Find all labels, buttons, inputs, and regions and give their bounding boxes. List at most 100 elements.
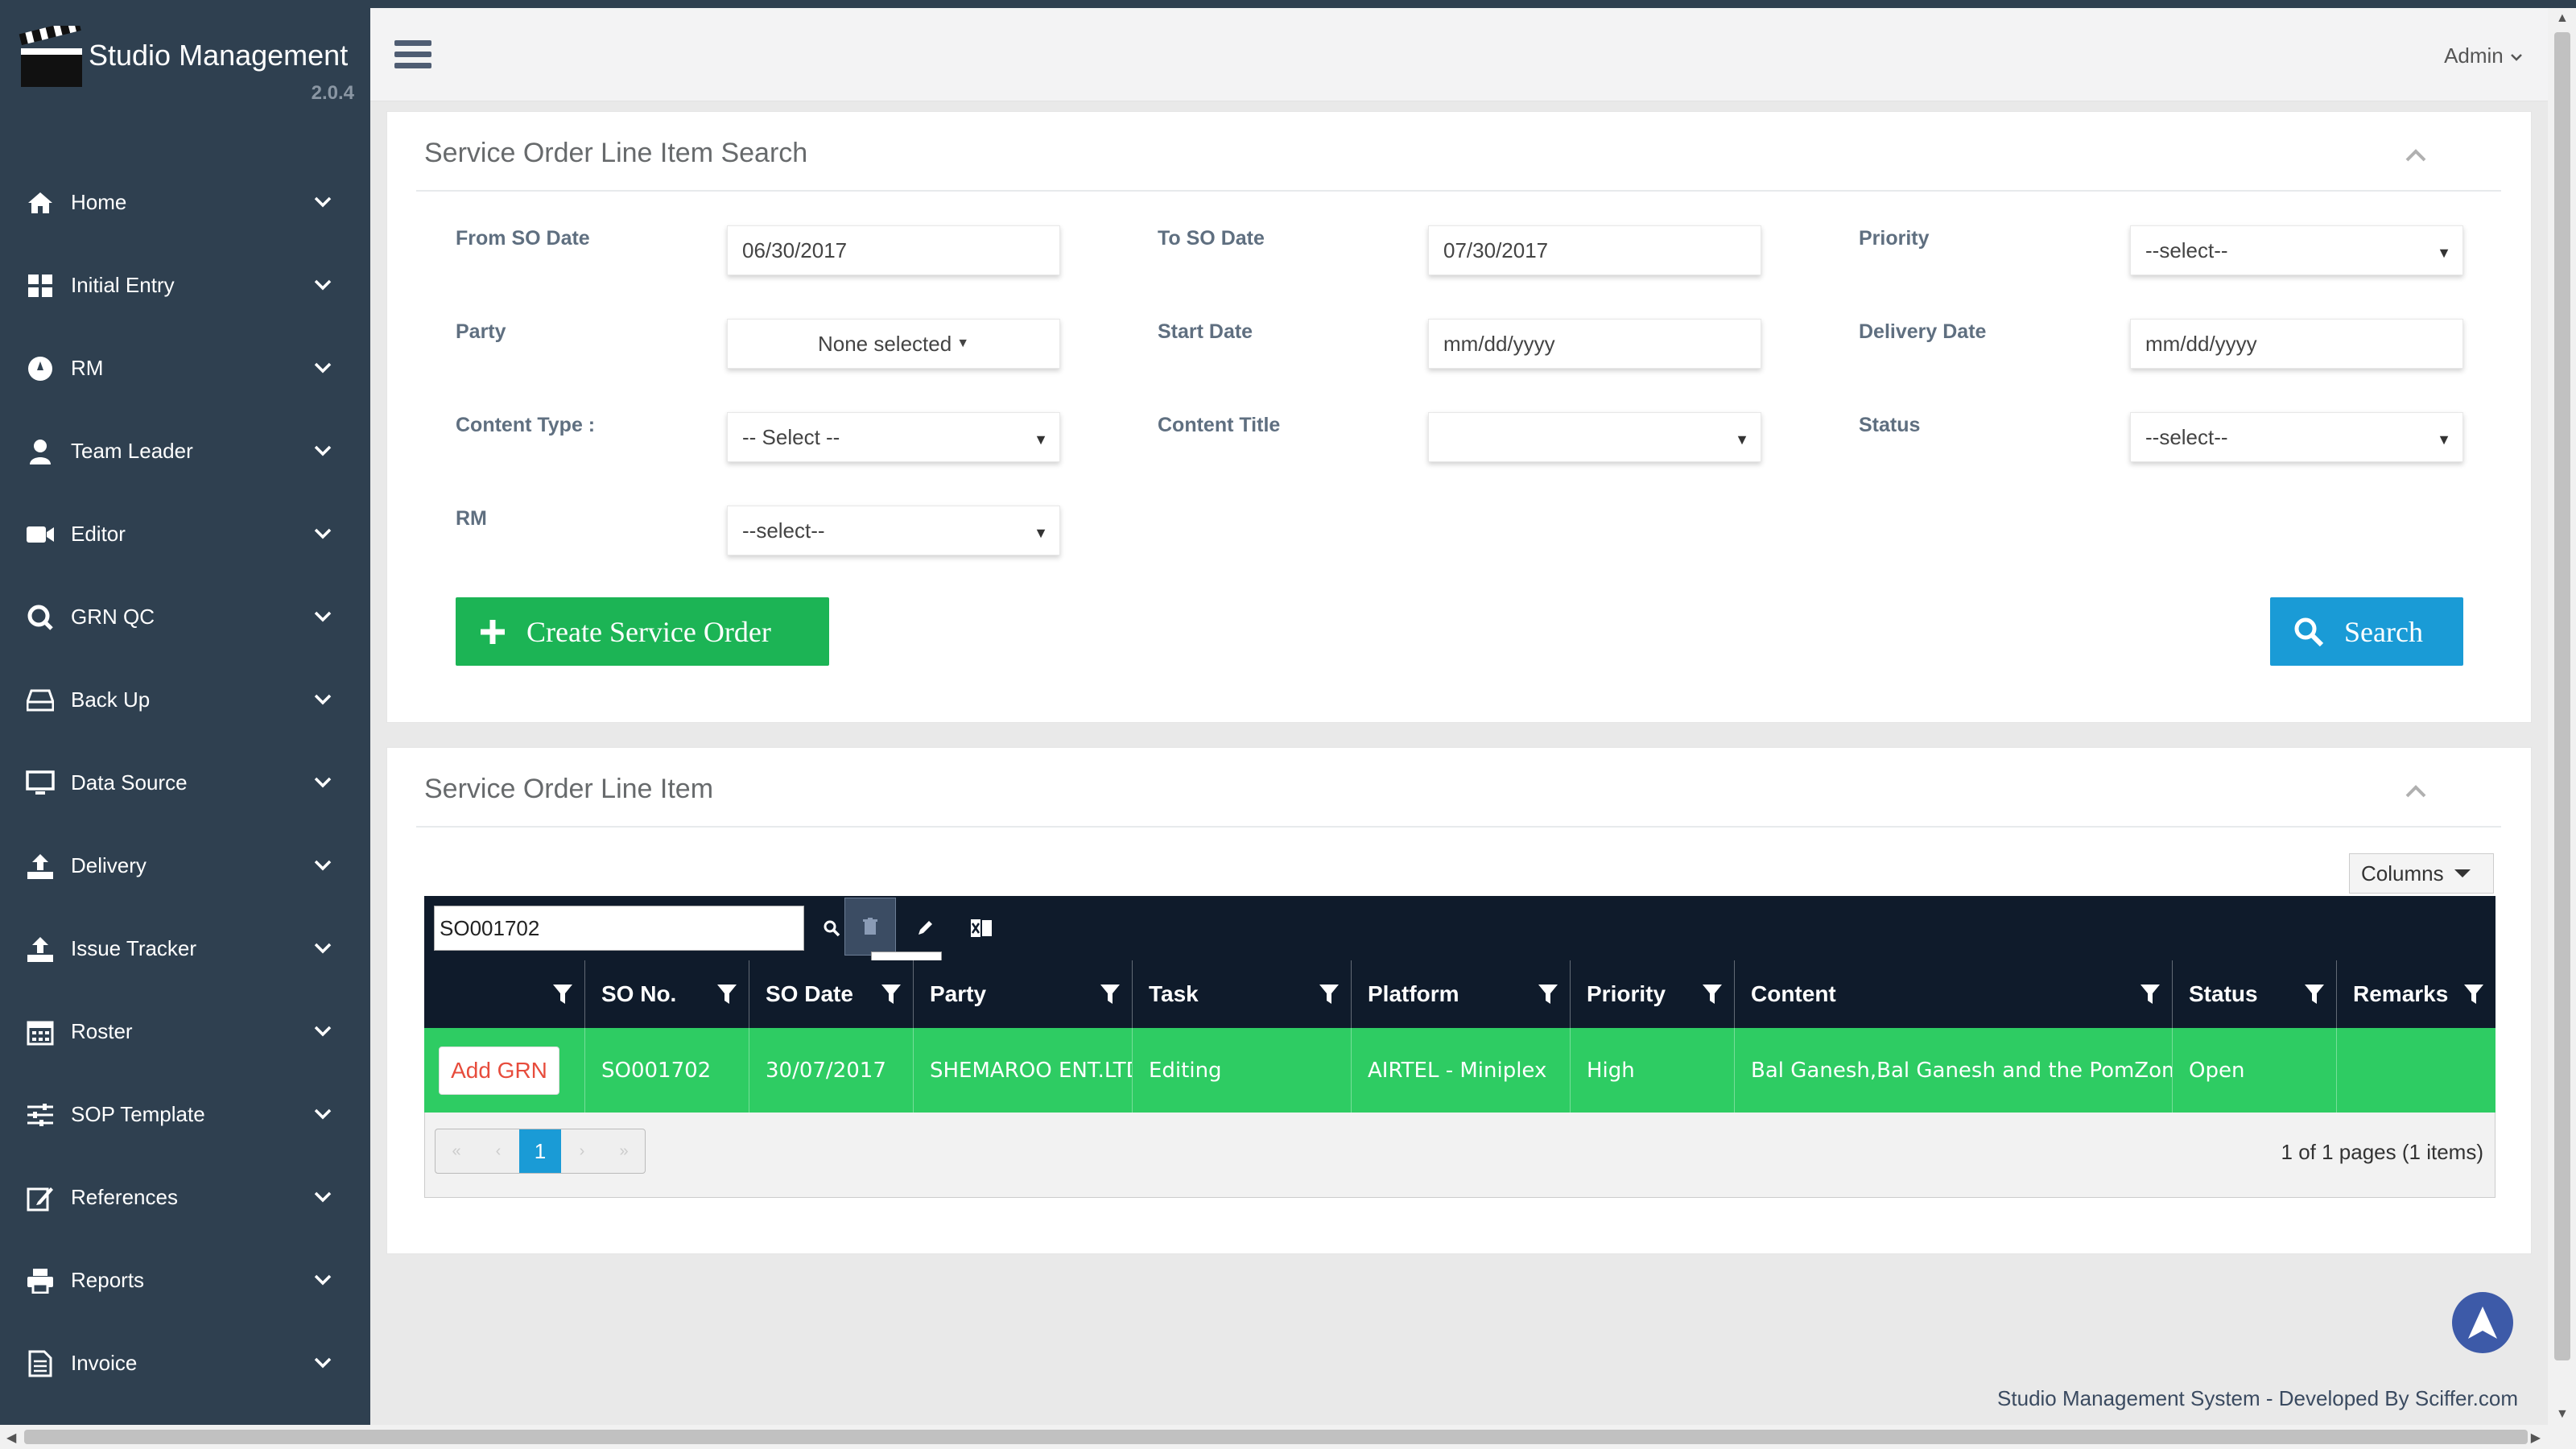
start-date-input[interactable]: mm/dd/yyyy xyxy=(1428,319,1761,369)
sidebar-item-sop-template[interactable]: SOP Template xyxy=(0,1073,370,1156)
scroll-down-icon[interactable]: ▼ xyxy=(2556,1407,2569,1422)
table-row[interactable]: Add GRN SO001702 30/07/2017 SHEMAROO ENT… xyxy=(424,1028,2496,1113)
header-cell-so-no[interactable]: SO No. xyxy=(585,960,749,1028)
top-header: Admin xyxy=(370,8,2548,101)
caret-down-icon: ▼ xyxy=(1034,525,1048,541)
content-title-select[interactable]: ▼ xyxy=(1428,412,1761,462)
filter-icon[interactable] xyxy=(2304,983,2325,1005)
printer-icon xyxy=(24,1265,56,1297)
filter-icon[interactable] xyxy=(2463,983,2484,1005)
party-multiselect-value: None selected xyxy=(817,331,952,356)
header-cell-task[interactable]: Task xyxy=(1133,960,1352,1028)
content-type-select[interactable]: -- Select -- ▼ xyxy=(727,412,1060,462)
from-so-date-label: From SO Date xyxy=(456,227,590,250)
horizontal-scrollbar-thumb[interactable] xyxy=(24,1430,2528,1444)
header-cell-priority[interactable]: Priority xyxy=(1571,960,1735,1028)
header-cell-so-date[interactable]: SO Date xyxy=(749,960,914,1028)
create-service-order-button[interactable]: Create Service Order xyxy=(456,597,829,666)
q-icon xyxy=(24,601,56,634)
grid-search-input[interactable]: SO001702 xyxy=(434,906,804,951)
sidebar-item-initial-entry[interactable]: Initial Entry xyxy=(0,244,370,327)
chevron-up-icon[interactable] xyxy=(2404,147,2428,163)
header-cell-status[interactable]: Status xyxy=(2173,960,2337,1028)
search-button[interactable]: Search xyxy=(2270,597,2463,666)
rm-select[interactable]: --select-- ▼ xyxy=(727,506,1060,555)
user-menu[interactable]: Admin xyxy=(2444,43,2524,68)
header-cell-party[interactable]: Party xyxy=(914,960,1133,1028)
header-cell-content[interactable]: Content xyxy=(1735,960,2173,1028)
edit-button[interactable] xyxy=(904,907,946,949)
sidebar-item-grn-qc[interactable]: GRN QC xyxy=(0,576,370,658)
sidebar-item-reports[interactable]: Reports xyxy=(0,1239,370,1322)
chevron-down-icon xyxy=(2511,54,2522,61)
app-version: 2.0.4 xyxy=(311,82,354,104)
divider xyxy=(416,190,2501,192)
filter-icon[interactable] xyxy=(1319,983,1340,1005)
pencil-icon xyxy=(919,921,932,935)
sidebar-item-label: Editor xyxy=(71,522,126,546)
chevron-down-icon xyxy=(314,1026,332,1037)
user-icon xyxy=(24,436,56,468)
grid-panel-title: Service Order Line Item xyxy=(424,774,714,804)
sidebar-item-invoice[interactable]: Invoice xyxy=(0,1322,370,1405)
status-select[interactable]: --select-- ▼ xyxy=(2130,412,2463,462)
filter-icon[interactable] xyxy=(1100,983,1121,1005)
clapperboard-icon xyxy=(19,26,82,87)
sidebar-item-editor[interactable]: Editor xyxy=(0,493,370,576)
header-cell-action xyxy=(424,960,585,1028)
filter-icon[interactable] xyxy=(881,983,902,1005)
start-date-label: Start Date xyxy=(1158,320,1253,343)
filter-icon[interactable] xyxy=(1538,983,1558,1005)
hamburger-menu-icon[interactable] xyxy=(394,40,431,69)
filter-icon[interactable] xyxy=(716,983,737,1005)
filter-icon[interactable] xyxy=(552,983,573,1005)
plus-icon xyxy=(481,619,505,644)
scroll-to-top-button[interactable] xyxy=(2452,1292,2513,1353)
chevron-down-icon xyxy=(314,528,332,539)
last-page-button[interactable]: » xyxy=(603,1129,645,1173)
delivery-date-label: Delivery Date xyxy=(1859,320,1987,343)
delete-button[interactable] xyxy=(844,898,896,956)
sidebar-item-issue-tracker[interactable]: Issue Tracker xyxy=(0,907,370,990)
export-excel-button[interactable] xyxy=(960,907,1002,949)
content-type-label: Content Type : xyxy=(456,414,596,436)
filter-icon[interactable] xyxy=(2140,983,2161,1005)
sidebar-item-team-leader[interactable]: Team Leader xyxy=(0,410,370,493)
filter-icon[interactable] xyxy=(1702,983,1723,1005)
current-page-button[interactable]: 1 xyxy=(519,1129,561,1173)
home-icon xyxy=(24,187,56,219)
content-title-label: Content Title xyxy=(1158,414,1281,436)
sidebar-item-delivery[interactable]: Delivery xyxy=(0,824,370,907)
chevron-up-icon[interactable] xyxy=(2404,783,2428,799)
header-cell-remarks[interactable]: Remarks xyxy=(2337,960,2496,1028)
vertical-scrollbar-thumb[interactable] xyxy=(2554,32,2570,1360)
sidebar-item-home[interactable]: Home xyxy=(0,161,370,244)
sidebar-item-label: Reports xyxy=(71,1268,145,1292)
scroll-right-icon[interactable]: ▶ xyxy=(2531,1430,2541,1446)
priority-select[interactable]: --select-- ▼ xyxy=(2130,225,2463,275)
vertical-scrollbar[interactable]: ▲ ▼ xyxy=(2548,8,2576,1425)
caret-down-icon: ▼ xyxy=(1034,431,1048,448)
first-page-button[interactable]: « xyxy=(436,1129,477,1173)
sidebar-item-references[interactable]: References xyxy=(0,1156,370,1239)
sidebar-item-label: RM xyxy=(71,356,104,380)
prev-page-button[interactable]: ‹ xyxy=(477,1129,519,1173)
from-so-date-input[interactable]: 06/30/2017 xyxy=(727,225,1060,275)
brand[interactable]: Studio Management 2.0.4 xyxy=(16,24,354,113)
sidebar-item-rm[interactable]: RM xyxy=(0,327,370,410)
next-page-button[interactable]: › xyxy=(561,1129,603,1173)
priority-select-value: --select-- xyxy=(2145,237,2228,262)
sidebar-item-label: SOP Template xyxy=(71,1102,205,1126)
horizontal-scrollbar[interactable]: ◀ ▶ xyxy=(0,1425,2576,1449)
scroll-up-icon[interactable]: ▲ xyxy=(2556,11,2569,26)
columns-button[interactable]: Columns xyxy=(2349,853,2494,894)
sidebar-item-data-source[interactable]: Data Source xyxy=(0,741,370,824)
party-multiselect[interactable]: None selected ▼ xyxy=(727,319,1060,369)
sidebar-item-back-up[interactable]: Back Up xyxy=(0,658,370,741)
sidebar-item-roster[interactable]: Roster xyxy=(0,990,370,1073)
to-so-date-input[interactable]: 07/30/2017 xyxy=(1428,225,1761,275)
delivery-date-input[interactable]: mm/dd/yyyy xyxy=(2130,319,2463,369)
scroll-left-icon[interactable]: ◀ xyxy=(6,1430,16,1446)
add-grn-button[interactable]: Add GRN xyxy=(439,1046,559,1095)
header-cell-platform[interactable]: Platform xyxy=(1352,960,1571,1028)
